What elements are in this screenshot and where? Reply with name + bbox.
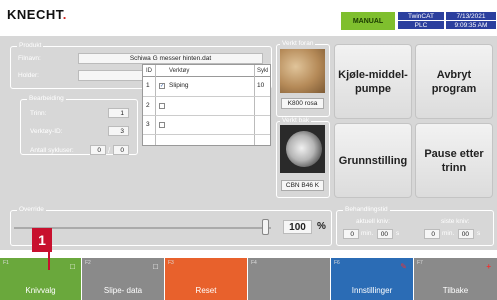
rear-tool-label: CBN B46 K [281, 180, 324, 191]
override-title: Override [17, 206, 46, 213]
f6-innstillinger-button[interactable]: F6 ✎ Innstillinger [331, 258, 413, 300]
sykluser-total-field: 0 [113, 145, 129, 155]
f7-key-number: F7 [417, 260, 423, 266]
verkt-foran-title: Verkt foran [280, 40, 316, 47]
f3-label: Reset [195, 286, 217, 295]
verkt-bak-title: Verkt bak [280, 117, 312, 124]
f3-reset-button[interactable]: F3 Reset [165, 258, 247, 300]
column-header-tool: Verktøy [169, 67, 190, 74]
holder-label: Holder: [18, 72, 39, 79]
trinn-field: 1 [108, 108, 129, 118]
f7-label: Tilbake [442, 286, 469, 295]
screen: { "header":{"logo":"KNECHT","logo_dot":"… [0, 0, 497, 300]
f1-label: Knivvalg [25, 286, 56, 295]
f1-knivvalg-button[interactable]: F1 □ Knivvalg [0, 258, 81, 300]
mode-indicator: MANUAL [341, 12, 395, 30]
override-slider-track[interactable] [14, 227, 271, 229]
row-id: 1 [146, 82, 150, 89]
row-checkbox[interactable] [159, 122, 165, 128]
bearbeiding-title: Bearbeiding [27, 95, 66, 102]
document-icon: □ [153, 262, 158, 271]
produkt-title: Produkt [17, 42, 44, 49]
processing-time-group: Behandlingstid [336, 206, 494, 246]
time-display: 9:09:35 AM [446, 21, 496, 29]
pause-after-step-button[interactable]: Pause etter trinn [415, 123, 493, 198]
current-sec-unit: s [396, 230, 400, 237]
row-id: 2 [146, 102, 150, 109]
home-position-button[interactable]: Grunnstilling [334, 123, 412, 198]
override-slider-thumb[interactable] [262, 219, 269, 235]
plc-status: PLC [398, 21, 444, 29]
filnavn-field[interactable]: Schiwa G messer hinten.dat [78, 53, 263, 64]
row-id: 3 [146, 121, 150, 128]
document-icon: □ [70, 262, 75, 271]
annotation-marker: 1 [32, 228, 52, 252]
title-bar: KNECHT. MANUAL TwinCAT PLC 7/13/2021 9:0… [0, 0, 497, 36]
verktoy-id-field: 3 [108, 126, 129, 136]
f7-tilbake-button[interactable]: F7 + Tilbake [414, 258, 497, 300]
filnavn-label: Filnavn: [18, 55, 41, 62]
current-knife-label: aktuell kniv: [356, 218, 390, 225]
f1-key-number: F1 [3, 260, 9, 266]
pencil-icon: ✎ [400, 262, 407, 271]
table-row[interactable]: 1 ✓ Sliping 10 [143, 77, 270, 97]
column-header-id: ID [146, 67, 152, 74]
twincat-status: TwinCAT [398, 12, 444, 20]
f2-slipe-data-button[interactable]: F2 □ Slipe- data [82, 258, 164, 300]
f6-label: Innstillinger [351, 286, 393, 295]
trinn-label: Trinn: [30, 110, 47, 117]
last-min-unit: min. [442, 230, 455, 237]
logo-dot: . [62, 7, 67, 22]
front-tool-label: K800 rosa [281, 98, 324, 109]
last-sec-field: 00 [458, 229, 474, 239]
verktoy-id-label: Verktøy-ID: [30, 128, 63, 135]
override-value: 100 [283, 220, 312, 234]
f2-label: Slipe- data [103, 286, 143, 295]
processing-time-title: Behandlingstid [343, 206, 390, 213]
last-sec-unit: s [477, 230, 481, 237]
last-min-field: 0 [424, 229, 440, 239]
column-header-cycles: Sykl [257, 67, 269, 74]
tool-table[interactable]: ID Verktøy Sykl 1 ✓ Sliping 10 2 3 [142, 64, 271, 146]
abort-program-button[interactable]: Avbryt program [415, 44, 493, 119]
function-key-bar: F1 □ Knivvalg F2 □ Slipe- data F3 Reset … [0, 250, 497, 300]
sykluser-separator: / [108, 146, 111, 155]
coolant-pump-button[interactable]: Kjøle-middel-pumpe [334, 44, 412, 119]
current-min-unit: min. [361, 230, 374, 237]
annotation-marker-line [48, 252, 50, 270]
row-cycles: 10 [257, 82, 265, 89]
row-checkbox[interactable]: ✓ [159, 83, 165, 89]
table-row[interactable]: 2 [143, 97, 270, 116]
f4-button[interactable]: F4 [248, 258, 330, 300]
last-knife-label: siste kniv: [441, 218, 470, 225]
front-tool-image [280, 49, 325, 93]
table-row[interactable]: 3 [143, 116, 270, 135]
rear-tool-image [280, 125, 325, 173]
f2-key-number: F2 [85, 260, 91, 266]
sykluser-label: Antall sykluser: [30, 147, 74, 154]
f6-key-number: F6 [334, 260, 340, 266]
f4-key-number: F4 [251, 260, 257, 266]
date-display: 7/13/2021 [446, 12, 496, 20]
plus-icon: + [486, 262, 491, 271]
logo-text: KNECHT [7, 7, 63, 22]
row-checkbox[interactable] [159, 103, 165, 109]
row-tool: Sliping [169, 82, 189, 89]
sykluser-done-field: 0 [90, 145, 106, 155]
f3-key-number: F3 [168, 260, 174, 266]
override-unit: % [317, 221, 326, 232]
current-sec-field: 00 [377, 229, 393, 239]
current-min-field: 0 [343, 229, 359, 239]
knecht-logo: KNECHT. [7, 7, 67, 22]
